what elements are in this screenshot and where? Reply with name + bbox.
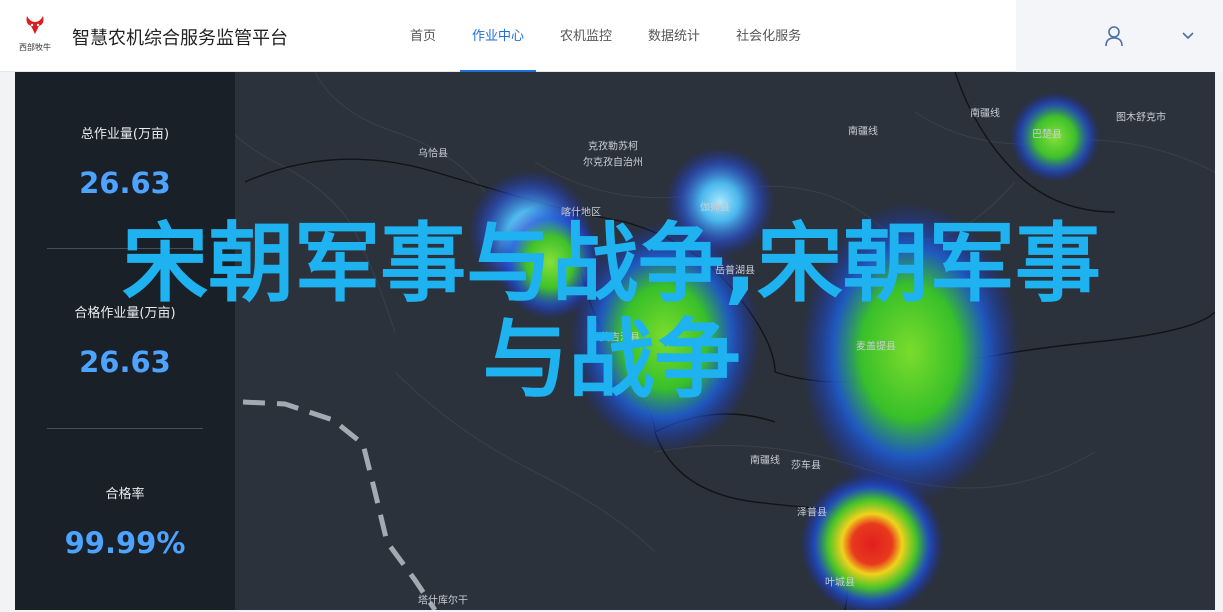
place-label: 克孜勒苏柯 [588, 141, 638, 153]
place-label: 南疆线 [970, 108, 1000, 120]
stat-qualified-work: 合格作业量(万亩) 26.63 [15, 302, 235, 379]
stat-value: 99.99% [64, 526, 186, 560]
stat-total-work: 总作业量(万亩) 26.63 [15, 123, 235, 200]
place-label: 尔克孜自治州 [583, 157, 643, 169]
place-label: 岳普湖县 [715, 265, 755, 277]
logo[interactable]: 西部牧牛 [12, 12, 58, 58]
place-label: 麦盖提县 [856, 341, 896, 353]
place-label: 巴楚县 [1032, 129, 1062, 141]
place-label: 塔什库尔干 [418, 595, 468, 607]
stat-label: 合格率 [105, 487, 145, 502]
nav-social-service[interactable]: 社会化服务 [718, 0, 819, 72]
divider [47, 248, 203, 249]
stat-value: 26.63 [79, 166, 171, 200]
bull-logo-icon [26, 16, 44, 34]
place-label: 喀什地区 [561, 207, 601, 219]
stat-label: 合格作业量(万亩) [74, 306, 176, 321]
top-bar: 西部牧牛 智慧农机综合服务监管平台 首页 作业中心 农机监控 数据统计 社会化服… [0, 0, 1223, 72]
chevron-down-icon[interactable] [1181, 30, 1195, 42]
nav-work-center[interactable]: 作业中心 [454, 0, 542, 72]
stat-pass-rate: 合格率 99.99% [15, 483, 235, 560]
user-icon[interactable] [1104, 25, 1124, 47]
place-label: 叶城县 [825, 577, 855, 589]
place-label: 伽师县 [700, 202, 730, 214]
stats-panel: 总作业量(万亩) 26.63 合格作业量(万亩) 26.63 合格率 99.99… [15, 72, 235, 610]
nav-home[interactable]: 首页 [392, 0, 454, 72]
nav-machine-monitor[interactable]: 农机监控 [542, 0, 630, 72]
place-label: 南疆线 [848, 126, 878, 138]
place-label: 乌恰县 [418, 148, 448, 160]
divider [47, 428, 203, 429]
place-label: 图木舒克市 [1116, 112, 1166, 124]
stat-label: 总作业量(万亩) [80, 127, 170, 142]
logo-text: 西部牧牛 [19, 43, 51, 52]
user-area [1016, 0, 1223, 72]
nav-statistics[interactable]: 数据统计 [630, 0, 718, 72]
stat-value: 26.63 [79, 345, 171, 379]
app-title: 智慧农机综合服务监管平台 [72, 28, 288, 49]
place-label: 泽普县 [797, 507, 827, 519]
main-nav: 首页 作业中心 农机监控 数据统计 社会化服务 [392, 0, 819, 72]
place-label: 莎车县 [791, 460, 821, 472]
place-label: 英吉沙县 [600, 332, 640, 344]
place-label: 南疆线 [750, 455, 780, 467]
